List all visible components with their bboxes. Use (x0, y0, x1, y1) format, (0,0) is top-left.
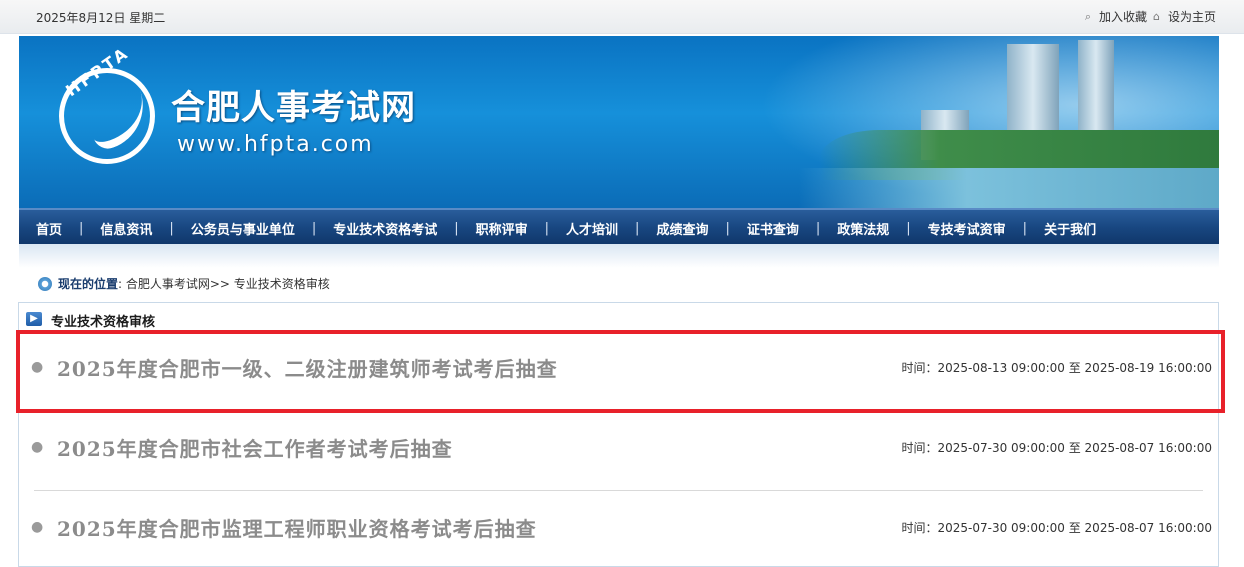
bullet-icon: ● (31, 439, 44, 455)
location-icon (38, 276, 52, 291)
panel-header: ▶ 专业技术资格审核 (19, 303, 1218, 331)
breadcrumb-label: 现在的位置 (58, 277, 119, 291)
list-item[interactable]: ● 2025年度合肥市一级、二级注册建筑师考试考后抽查 时间：2025-08-1… (19, 331, 1218, 411)
top-links: ⌕ 加入收藏 ⌂ 设为主页 (1085, 8, 1216, 25)
list-item-title[interactable]: 2025年度合肥市一级、二级注册建筑师考试考后抽查 (57, 353, 558, 382)
bullet-icon: ● (31, 359, 44, 375)
nav-item-title-review[interactable]: 职称评审 (459, 219, 545, 238)
content-panel: ▶ 专业技术资格审核 ● 2025年度合肥市一级、二级注册建筑师考试考后抽查 时… (18, 302, 1219, 567)
main-nav: 首页 | 信息资讯 | 公务员与事业单位 | 专业技术资格考试 | 职称评审 |… (19, 208, 1219, 246)
bullet-icon: ● (31, 519, 44, 535)
list-item-time: 时间：2025-07-30 09:00:00 至 2025-08-07 16:0… (901, 441, 1212, 455)
search-icon: ⌕ (1084, 9, 1091, 23)
list-item-title[interactable]: 2025年度合肥市社会工作者考试考后抽查 (57, 433, 453, 462)
nav-item-qualification-review[interactable]: 专技考试资审 (911, 219, 1023, 238)
breadcrumb-path[interactable]: : 合肥人事考试网>> 专业技术资格审核 (118, 275, 330, 292)
list-item-time: 时间：2025-07-30 09:00:00 至 2025-08-07 16:0… (901, 521, 1212, 535)
nav-item-professional-exam[interactable]: 专业技术资格考试 (316, 219, 454, 238)
list-item-title[interactable]: 2025年度合肥市监理工程师职业资格考试考后抽查 (57, 513, 537, 542)
list-item-time: 时间：2025-08-13 09:00:00 至 2025-08-19 16:0… (901, 361, 1212, 375)
nav-item-certificate-query[interactable]: 证书查询 (730, 219, 816, 238)
current-date: 2025年8月12日 星期二 (36, 11, 166, 25)
breadcrumb: 现在的位置 : 合肥人事考试网>> 专业技术资格审核 (38, 275, 330, 292)
list-item[interactable]: ● 2025年度合肥市监理工程师职业资格考试考后抽查 时间：2025-07-30… (19, 491, 1218, 566)
nav-item-policy[interactable]: 政策法规 (820, 219, 906, 238)
top-bar: 2025年8月12日 星期二 ⌕ 加入收藏 ⌂ 设为主页 (0, 0, 1244, 34)
nav-item-civil-service[interactable]: 公务员与事业单位 (174, 219, 312, 238)
site-banner: HFPTA 合肥人事考试网 www.hfpta.com (19, 36, 1219, 208)
lake-graphic (799, 168, 1219, 208)
list-item[interactable]: ● 2025年度合肥市社会工作者考试考后抽查 时间：2025-07-30 09:… (19, 411, 1218, 491)
nav-item-training[interactable]: 人才培训 (549, 219, 635, 238)
site-url: www.hfpta.com (177, 132, 374, 157)
panel-title: 专业技术资格审核 (51, 315, 156, 330)
nav-item-home[interactable]: 首页 (19, 219, 79, 238)
site-title: 合肥人事考试网 (171, 88, 416, 128)
arrow-right-icon: ▶ (26, 312, 42, 326)
add-favorite-link[interactable]: 加入收藏 (1099, 8, 1147, 25)
nav-item-news[interactable]: 信息资讯 (83, 219, 169, 238)
home-icon: ⌂ (1153, 10, 1160, 23)
nav-item-about[interactable]: 关于我们 (1027, 219, 1113, 238)
set-homepage-link[interactable]: 设为主页 (1168, 8, 1216, 25)
nav-item-score-query[interactable]: 成绩查询 (639, 219, 725, 238)
